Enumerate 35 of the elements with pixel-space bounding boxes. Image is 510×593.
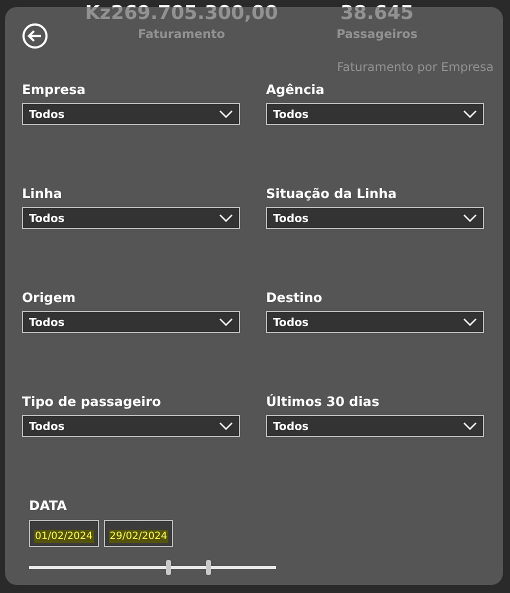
filter-dropdown[interactable]: Todos [22, 415, 240, 437]
end-date-field[interactable]: 29/02/2024 [104, 520, 174, 547]
filter-dropdown[interactable]: Todos [22, 103, 240, 125]
filter-label: Destino [266, 291, 324, 306]
chevron-icon [463, 422, 477, 430]
filter-dropdown[interactable]: Todos [266, 207, 484, 229]
slider-thumb[interactable] [166, 560, 171, 575]
filter-label: Tipo de passageiro [22, 395, 162, 410]
chevron-icon [463, 214, 477, 222]
filter-dropdown[interactable]: Todos [22, 311, 240, 333]
date-label: DATA [29, 499, 68, 514]
back-icon[interactable] [22, 23, 48, 49]
start-date-field[interactable]: 01/02/2024 [29, 520, 99, 547]
kpi-value: Kz269.705.300,00 [85, 2, 278, 24]
filter-label: Últimos 30 dias [266, 395, 380, 410]
chevron-icon [463, 318, 477, 326]
filter-dropdown[interactable]: Todos [266, 311, 484, 333]
chevron-icon [463, 110, 477, 118]
filter-label: Agência [266, 83, 326, 98]
kpi-value: 38.645 [340, 2, 414, 24]
filter-label: Origem [22, 291, 77, 306]
chevron-icon [219, 110, 233, 118]
chevron-icon [219, 422, 233, 430]
filter-label: Situação da Linha [266, 187, 398, 202]
chevron-icon [219, 318, 233, 326]
filter-label: Linha [22, 187, 64, 202]
chart-title: Faturamento por Empresa [337, 60, 495, 74]
chevron-icon [219, 214, 233, 222]
kpi-label: Passageiros [336, 27, 418, 41]
filter-dropdown[interactable]: Todos [266, 415, 484, 437]
slider-thumb[interactable] [206, 560, 211, 575]
filter-dropdown[interactable]: Todos [22, 207, 240, 229]
filter-label: Empresa [22, 83, 86, 98]
kpi-label: Faturamento [138, 27, 226, 41]
filter-dropdown[interactable]: Todos [266, 103, 484, 125]
